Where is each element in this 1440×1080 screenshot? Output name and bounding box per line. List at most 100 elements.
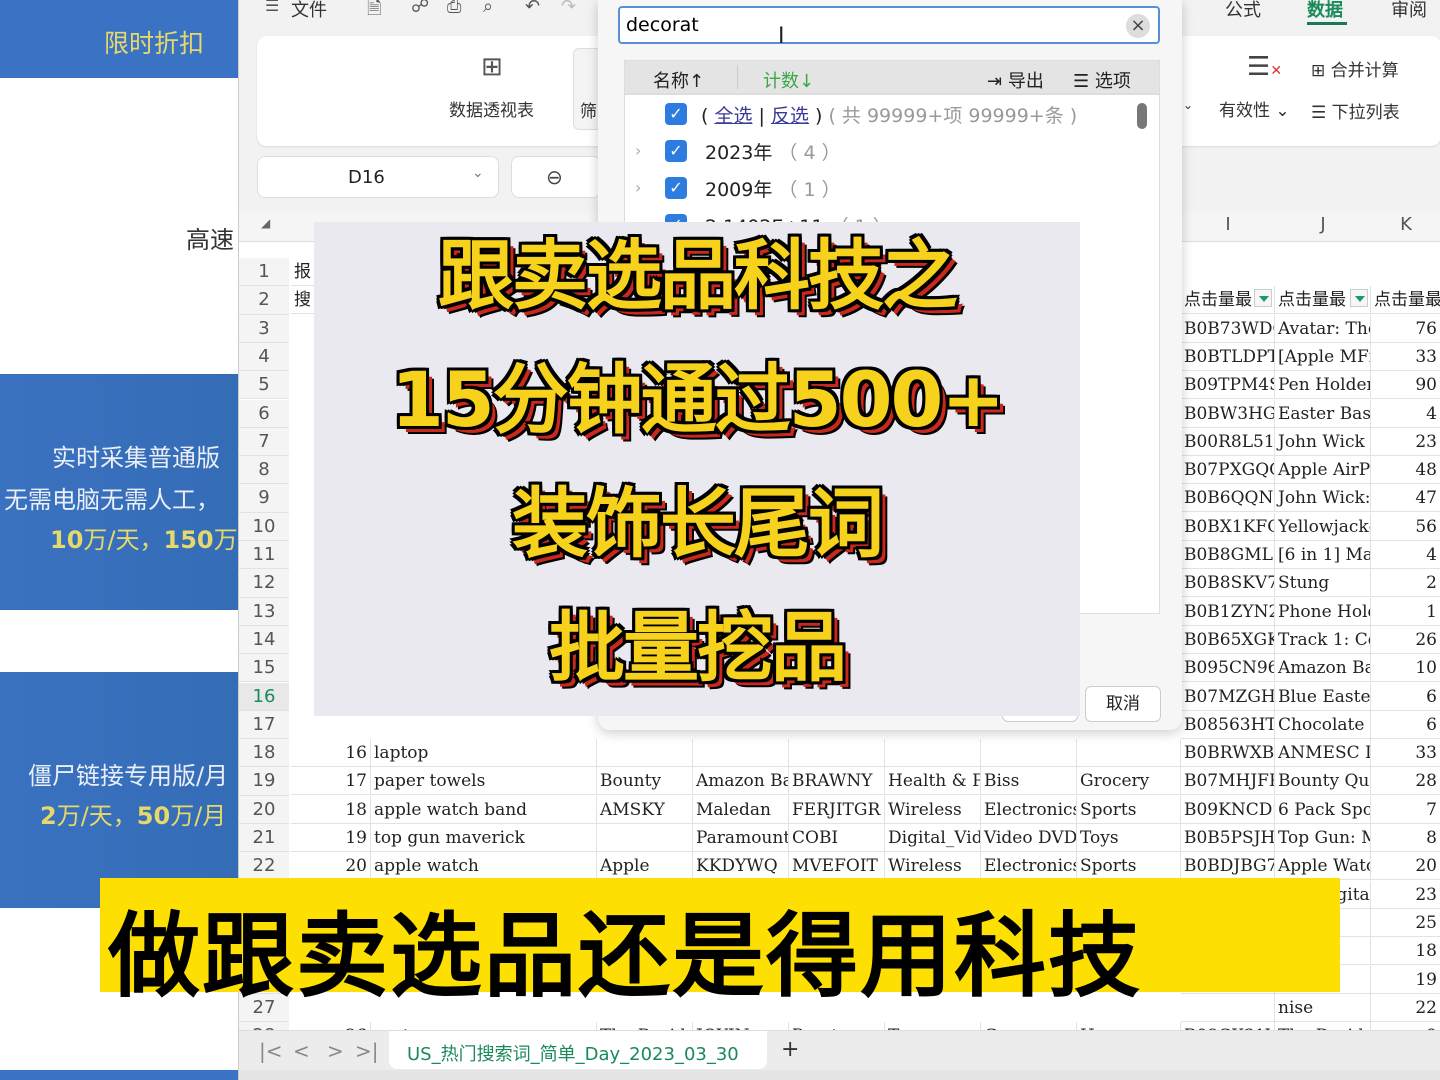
asin-cell[interactable]: B0BDJBG7 <box>1181 852 1275 881</box>
column-header-J[interactable]: J <box>1275 214 1371 235</box>
title-cell[interactable]: Track 1: Co <box>1275 625 1371 654</box>
row-header[interactable]: 1 <box>239 258 289 287</box>
title-cell[interactable]: Bounty Qui <box>1275 767 1371 796</box>
asin-cell[interactable]: B09KNCDS <box>1181 795 1275 824</box>
data-cell[interactable]: Bounty <box>597 767 693 796</box>
clicks-cell[interactable]: 19 <box>1371 966 1440 994</box>
consolidate-button[interactable]: ⊞ 合并计算 <box>1311 56 1399 81</box>
row-header[interactable]: 4 <box>239 342 289 372</box>
clicks-cell[interactable]: 8 <box>1371 824 1440 852</box>
data-cell[interactable] <box>885 739 981 768</box>
data-cell[interactable]: COBI <box>789 824 885 852</box>
menu-formulas[interactable]: 公式 <box>1225 0 1261 22</box>
clicks-cell[interactable]: 48 <box>1371 456 1440 485</box>
title-cell[interactable]: Top Gun: M <box>1275 824 1371 852</box>
data-cell[interactable]: Sports <box>1077 852 1181 881</box>
sort-by-count-button[interactable]: 计数↓ <box>763 67 814 93</box>
row-header[interactable]: 14 <box>239 625 289 655</box>
data-cell[interactable]: AMSKY <box>597 795 693 824</box>
asin-cell[interactable]: B07PXGQC <box>1181 456 1275 485</box>
clicks-cell[interactable]: 7 <box>1371 796 1440 824</box>
options-button[interactable]: ☰ 选项 <box>1073 67 1131 93</box>
data-cell[interactable]: Sports <box>1077 795 1181 824</box>
chevron-down-icon[interactable]: ⌄ <box>1183 98 1193 112</box>
rank-cell[interactable]: 20 <box>291 852 371 881</box>
share-icon[interactable]: ☍ <box>411 0 429 17</box>
clicks-cell[interactable]: 6 <box>1371 711 1440 739</box>
title-cell[interactable]: Apple Watc <box>1275 852 1371 881</box>
row-header[interactable]: 15 <box>239 654 289 683</box>
data-cell[interactable]: Apple <box>597 852 693 881</box>
asin-cell[interactable]: B0B6QQN <box>1181 484 1275 513</box>
data-cell[interactable]: Toys <box>1077 824 1181 852</box>
asin-cell[interactable]: B0B1ZYN2 <box>1181 597 1275 626</box>
title-cell[interactable]: [Apple MFi <box>1275 342 1371 371</box>
clicks-cell[interactable]: 22 <box>1371 994 1440 1022</box>
select-all-checkbox[interactable]: ✓ <box>665 103 687 125</box>
title-cell[interactable]: Amazon Ba <box>1275 654 1371 683</box>
header-cell-K[interactable]: 点击量最 <box>1371 286 1440 315</box>
redo-icon[interactable]: ↷ <box>561 0 576 17</box>
title-cell[interactable]: Stung <box>1275 569 1371 598</box>
header-cell-I[interactable]: 点击量最 <box>1181 286 1275 315</box>
clicks-cell[interactable]: 1 <box>1371 598 1440 626</box>
column-header-K[interactable]: K <box>1371 214 1440 235</box>
row-header[interactable]: 7 <box>239 427 289 457</box>
next-sheet-button[interactable]: > <box>327 1039 344 1063</box>
header-cell-J[interactable]: 点击量最 <box>1275 286 1371 315</box>
clicks-cell[interactable]: 90 <box>1371 371 1440 400</box>
menu-data[interactable]: 数据 <box>1307 0 1343 22</box>
asin-cell[interactable]: B07MZGH <box>1181 682 1275 711</box>
sort-by-name-button[interactable]: 名称↑ <box>653 67 704 93</box>
promo-card-standard[interactable]: 实时采集普通版 无需电脑无需人工， 10万/天，150万 <box>0 374 240 610</box>
data-cell[interactable]: Wireless <box>885 852 981 881</box>
data-cell[interactable]: BRAWNY <box>789 767 885 796</box>
clicks-cell[interactable]: 6 <box>1371 683 1440 711</box>
hamburger-icon[interactable]: ☰ <box>265 0 279 15</box>
add-sheet-button[interactable]: + <box>781 1037 799 1062</box>
asin-cell[interactable]: B0B8SKV7 <box>1181 569 1275 598</box>
last-sheet-button[interactable]: >| <box>355 1039 379 1063</box>
title-cell[interactable]: Blue Easter <box>1275 682 1371 711</box>
data-cell[interactable]: KKDYWQ <box>693 852 789 881</box>
asin-cell[interactable]: B095CN96J <box>1181 654 1275 683</box>
filter-dropdown-icon[interactable] <box>1350 289 1368 308</box>
data-cell[interactable] <box>693 739 789 768</box>
clicks-cell[interactable]: 33 <box>1371 739 1440 768</box>
asin-cell[interactable]: B0B65XGK <box>1181 625 1275 654</box>
clear-search-icon[interactable]: × <box>1126 14 1150 38</box>
data-cell[interactable]: FERJITGR <box>789 795 885 824</box>
invert-selection-link[interactable]: 反选 <box>771 105 809 127</box>
row-header[interactable]: 17 <box>239 710 289 740</box>
asin-cell[interactable]: B07MHJFR <box>1181 767 1275 796</box>
clicks-cell[interactable]: 23 <box>1371 881 1440 909</box>
select-all-corner[interactable]: ◢ <box>261 216 270 230</box>
title-cell[interactable]: Pen Holder <box>1275 371 1371 400</box>
data-cell[interactable]: Health & P <box>885 767 981 796</box>
clicks-cell[interactable]: 23 <box>1371 428 1440 456</box>
save-icon[interactable]: 🗎 <box>367 0 381 26</box>
name-box[interactable]: D16 ⌄ <box>257 156 499 198</box>
data-cell[interactable] <box>789 739 885 768</box>
clicks-cell[interactable]: 56 <box>1371 513 1440 541</box>
formula-bar[interactable]: ⊖ <box>511 156 601 198</box>
data-cell[interactable] <box>597 739 693 768</box>
expand-chevron-icon[interactable]: › <box>635 141 641 160</box>
clicks-cell[interactable]: 2 <box>1371 569 1440 598</box>
menu-file[interactable]: 文件 <box>291 0 327 22</box>
filter-dropdown-icon[interactable] <box>1254 289 1272 308</box>
row-header[interactable]: 6 <box>239 399 289 428</box>
data-cell[interactable]: Maledan <box>693 795 789 824</box>
clicks-cell[interactable]: 28 <box>1371 767 1440 796</box>
asin-cell[interactable]: B0BW3HG <box>1181 399 1275 428</box>
rank-cell[interactable]: 19 <box>291 824 371 852</box>
data-cell[interactable]: Amazon Ba <box>693 767 789 796</box>
title-cell[interactable]: Easter Bask <box>1275 399 1371 428</box>
title-cell[interactable]: John Wick: <box>1275 484 1371 513</box>
title-cell[interactable]: Yellowjacke <box>1275 512 1371 541</box>
title-cell[interactable]: [6 in 1] Mag <box>1275 541 1371 569</box>
row-header[interactable]: 12 <box>239 569 289 598</box>
keyword-cell[interactable]: top gun maverick <box>371 824 597 852</box>
rank-cell[interactable]: 16 <box>291 739 371 768</box>
clicks-cell[interactable]: 4 <box>1371 400 1440 428</box>
